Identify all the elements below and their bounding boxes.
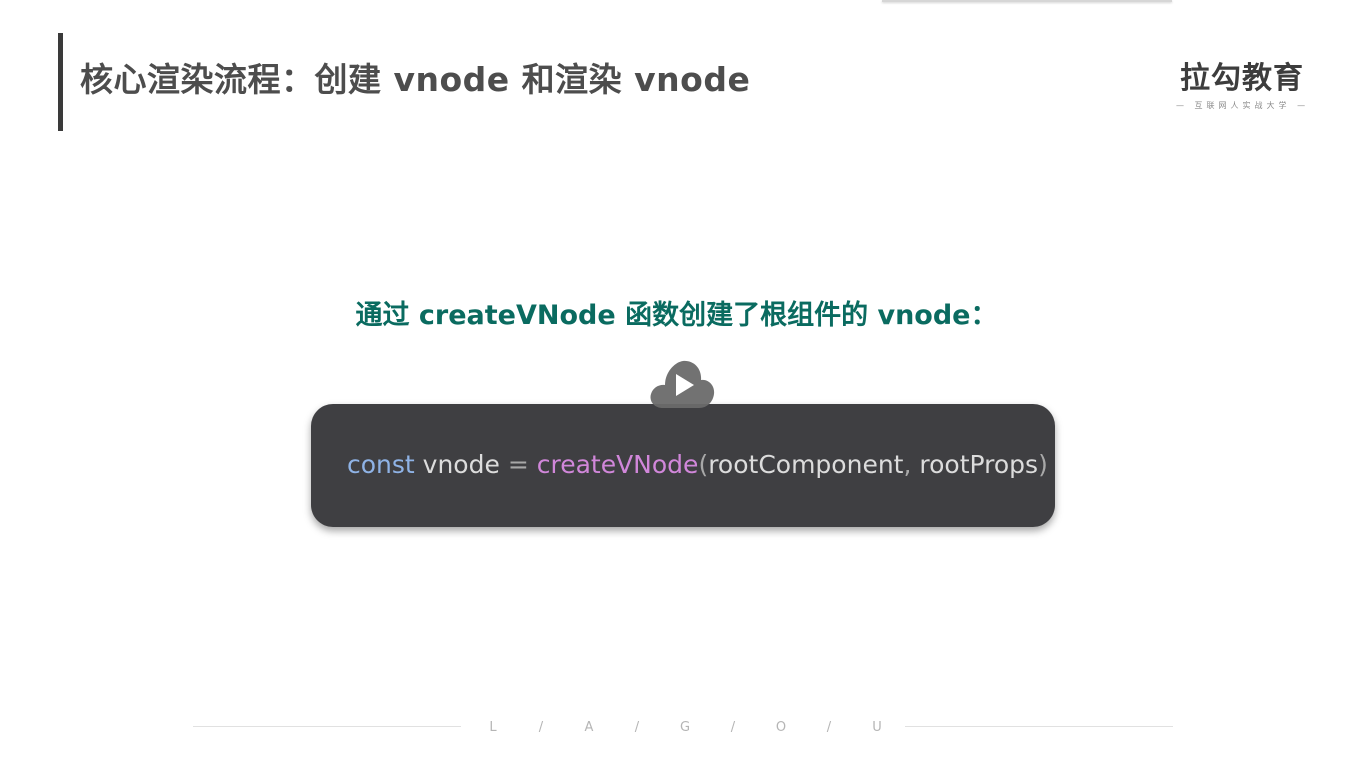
- code-open-paren: (: [698, 450, 709, 479]
- footer-separator: /: [730, 719, 736, 735]
- footer-wordmark: L / A / G / O / U: [470, 717, 900, 737]
- footer-letter: U: [872, 719, 882, 735]
- title-accent-bar: [58, 33, 63, 131]
- footer-rule-left: [193, 726, 461, 727]
- brand-logo: 拉勾教育 — 互联网人实战大学 —: [1176, 60, 1308, 114]
- footer-letter: O: [775, 719, 787, 735]
- code-comma: ,: [903, 450, 912, 479]
- code-line: const vnode = createVNode(rootComponent,…: [347, 448, 1048, 482]
- footer-separator: /: [634, 719, 640, 735]
- code-arg-root-component: rootComponent: [708, 450, 904, 479]
- code-arg-root-props: rootProps: [919, 450, 1039, 479]
- play-icon: [650, 360, 715, 408]
- code-variable: vnode: [422, 450, 500, 479]
- logo-name: 拉勾教育: [1180, 61, 1304, 96]
- code-close-paren: ): [1038, 450, 1048, 479]
- top-edge-strip: [882, 0, 1172, 2]
- slide-subtitle: 通过 createVNode 函数创建了根组件的 vnode：: [355, 300, 998, 331]
- footer-letter: A: [584, 719, 594, 735]
- code-function: createVNode: [536, 450, 699, 479]
- footer-separator: /: [538, 719, 544, 735]
- play-button[interactable]: [649, 358, 715, 410]
- page-title: 核心渲染流程：创建 vnode 和渲染 vnode: [80, 60, 751, 99]
- footer-rule-right: [905, 726, 1173, 727]
- code-keyword: const: [347, 450, 415, 479]
- footer-letter: G: [679, 719, 691, 735]
- code-block: const vnode = createVNode(rootComponent,…: [311, 404, 1055, 527]
- logo-tagline: — 互联网人实战大学 —: [1176, 101, 1310, 110]
- footer-separator: /: [826, 719, 832, 735]
- footer-letter: L: [489, 719, 497, 735]
- code-operator: =: [507, 450, 529, 479]
